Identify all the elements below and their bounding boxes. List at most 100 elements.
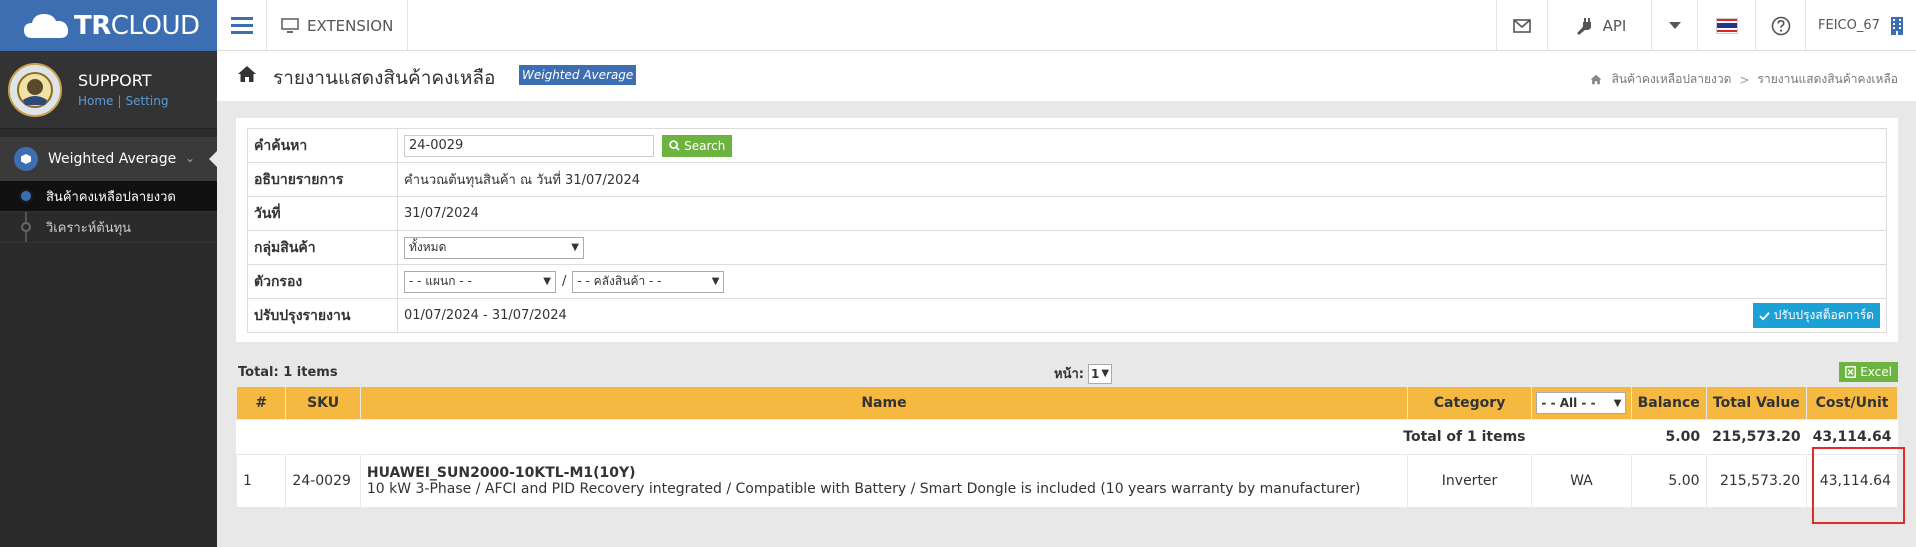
- description-label: อธิบายรายการ: [247, 162, 398, 197]
- sidebar-menu-weighted-average[interactable]: Weighted Average ⌄: [0, 137, 217, 181]
- home-icon[interactable]: [237, 65, 257, 83]
- chevron-down-icon: ▼: [1613, 397, 1622, 409]
- product-group-select[interactable]: ทั้งหมด ▼: [404, 236, 584, 259]
- monitor-icon: [281, 17, 299, 33]
- warehouse-value: - - คลังสินค้า - -: [577, 274, 662, 288]
- chevron-down-icon: ▼: [543, 276, 551, 287]
- row-sku[interactable]: 24-0029: [285, 454, 361, 508]
- menu-title: Weighted Average: [48, 151, 177, 167]
- extension-button[interactable]: EXTENSION: [267, 0, 409, 51]
- page-title: รายงานแสดงสินค้าคงเหลือ: [273, 67, 496, 89]
- row-category: Inverter: [1407, 454, 1532, 508]
- page-value: 1: [1090, 366, 1100, 381]
- column-header-balance[interactable]: Balance: [1630, 386, 1707, 420]
- total-row-label: Total of 1 items: [236, 419, 1532, 455]
- department-value: - - แผนก - -: [409, 274, 472, 288]
- filter-label: ตัวกรอง: [247, 264, 398, 299]
- api-label: API: [1602, 16, 1627, 35]
- page-select[interactable]: 1 ▼: [1087, 363, 1113, 384]
- total-balance: 5.00: [1631, 419, 1707, 455]
- update-stock-card-button[interactable]: ปรับปรุงสต็อคการ์ด: [1752, 303, 1880, 328]
- description-value: คำนวณต้นทุนสินค้า ณ วันที่ 31/07/2024: [397, 162, 1887, 197]
- total-items: Total: 1 items: [238, 365, 338, 380]
- table-row[interactable]: 1 24-0029 HUAWEI_SUN2000-10KTL-M1(10Y) 1…: [235, 454, 1898, 508]
- search-button-label: Search: [684, 138, 726, 153]
- page-header: รายงานแสดงสินค้าคงเหลือ Weighted Average…: [217, 51, 1916, 101]
- user-menu[interactable]: FEICO_67: [1805, 0, 1916, 51]
- plug-icon: [1576, 17, 1591, 35]
- row-method: WA: [1531, 454, 1632, 508]
- logo-seal-icon: [17, 71, 53, 108]
- row-num: 1: [235, 454, 287, 508]
- column-header-name[interactable]: Name: [359, 386, 1409, 420]
- cube-icon: [14, 147, 38, 171]
- search-input[interactable]: [404, 134, 654, 157]
- menu-toggle-button[interactable]: [217, 0, 267, 51]
- profile-name: SUPPORT: [78, 71, 152, 90]
- excel-button-label: Excel: [1860, 365, 1892, 379]
- thai-flag-icon: [1715, 17, 1738, 34]
- column-header-category[interactable]: Category: [1407, 386, 1532, 420]
- search-icon: [669, 140, 680, 151]
- search-label: คำค้นหา: [247, 128, 398, 163]
- date-label: วันที่: [247, 196, 398, 231]
- column-header-sku[interactable]: SKU: [285, 386, 361, 420]
- pagination: หน้า: 1 ▼: [1054, 363, 1113, 384]
- avatar[interactable]: [8, 62, 62, 117]
- excel-icon: [1845, 366, 1857, 378]
- user-profile: SUPPORT Home | Setting: [0, 51, 217, 129]
- logo-text: TRCLOUD: [74, 10, 200, 41]
- row-name-cell: HUAWEI_SUN2000-10KTL-M1(10Y) 10 kW 3-Pha…: [359, 454, 1409, 508]
- column-header-cost-unit[interactable]: Cost/Unit: [1806, 386, 1898, 420]
- sidebar-item-label: สินค้าคงเหลือปลายงวด: [46, 189, 176, 205]
- total-cost-unit: 43,114.64: [1806, 419, 1898, 455]
- sidebar-item-label: วิเคราะห์ต้นทุน: [46, 220, 132, 236]
- warehouse-select[interactable]: - - คลังสินค้า - - ▼: [572, 270, 725, 293]
- building-icon: [1891, 16, 1903, 35]
- breadcrumb-item: รายงานแสดงสินค้าคงเหลือ: [1757, 72, 1898, 86]
- api-button[interactable]: API: [1547, 0, 1651, 51]
- logo[interactable]: TRCLOUD: [0, 0, 217, 51]
- question-circle-icon: [1771, 16, 1790, 35]
- update-range-value: 01/07/2024 - 31/07/2024: [404, 308, 567, 323]
- column-header-method-filter: - - All - - ▼: [1531, 386, 1632, 420]
- row-cost-unit: 43,114.64: [1806, 454, 1898, 508]
- sidebar-item-cost-analysis[interactable]: วิเคราะห์ต้นทุน: [0, 212, 217, 243]
- date-value: 31/07/2024: [397, 196, 1887, 231]
- method-badge: Weighted Average: [519, 65, 637, 85]
- row-total-value: 215,573.20: [1705, 454, 1808, 508]
- chevron-down-icon: ▼: [1101, 368, 1110, 379]
- username: FEICO_67: [1818, 18, 1880, 33]
- chevron-down-icon: ▼: [571, 242, 579, 253]
- product-name[interactable]: HUAWEI_SUN2000-10KTL-M1(10Y): [367, 465, 1401, 481]
- chevron-down-icon: ⌄: [184, 151, 195, 165]
- home-icon: [1590, 74, 1601, 85]
- sidebar: SUPPORT Home | Setting Weighted Average ⌄ …: [0, 51, 217, 547]
- department-select[interactable]: - - แผนก - - ▼: [404, 270, 556, 293]
- breadcrumb-item[interactable]: สินค้าคงเหลือปลายงวด: [1612, 70, 1732, 89]
- mail-button[interactable]: [1496, 0, 1547, 51]
- column-header-total-value[interactable]: Total Value: [1705, 386, 1808, 420]
- column-header-num: #: [235, 386, 287, 420]
- language-button[interactable]: [1697, 0, 1755, 51]
- cloud-icon: [24, 13, 69, 38]
- total-row: Total of 1 items 5.00 215,573.20 43,114.…: [236, 419, 1898, 455]
- method-filter-value: - - All - -: [1541, 396, 1596, 410]
- product-description: 10 kW 3-Phase / AFCI and PID Recovery in…: [366, 481, 1361, 497]
- help-button[interactable]: [1755, 0, 1805, 51]
- hamburger-icon: [230, 15, 253, 36]
- setting-link[interactable]: Setting: [125, 94, 168, 108]
- product-group-value: ทั้งหมด: [409, 240, 447, 254]
- filter-panel: คำค้นหา Search อธิบายรายการ คำนวณต้นทุนส…: [236, 118, 1898, 342]
- update-stock-card-label: ปรับปรุงสต็อคการ์ด: [1773, 308, 1874, 322]
- home-link[interactable]: Home: [78, 94, 113, 108]
- excel-export-button[interactable]: Excel: [1839, 362, 1898, 382]
- sidebar-item-ending-inventory[interactable]: สินค้าคงเหลือปลายงวด: [0, 181, 217, 212]
- method-filter-select[interactable]: - - All - - ▼: [1536, 392, 1627, 414]
- total-value: 215,573.20: [1706, 419, 1807, 455]
- search-button[interactable]: Search: [662, 134, 733, 157]
- dropdown-button[interactable]: [1651, 0, 1697, 51]
- update-report-label: ปรับปรุงรายงาน: [247, 298, 398, 333]
- top-header: TRCLOUD EXTENSION API FEICO_67: [0, 0, 1916, 51]
- chevron-down-icon: ▼: [711, 276, 720, 287]
